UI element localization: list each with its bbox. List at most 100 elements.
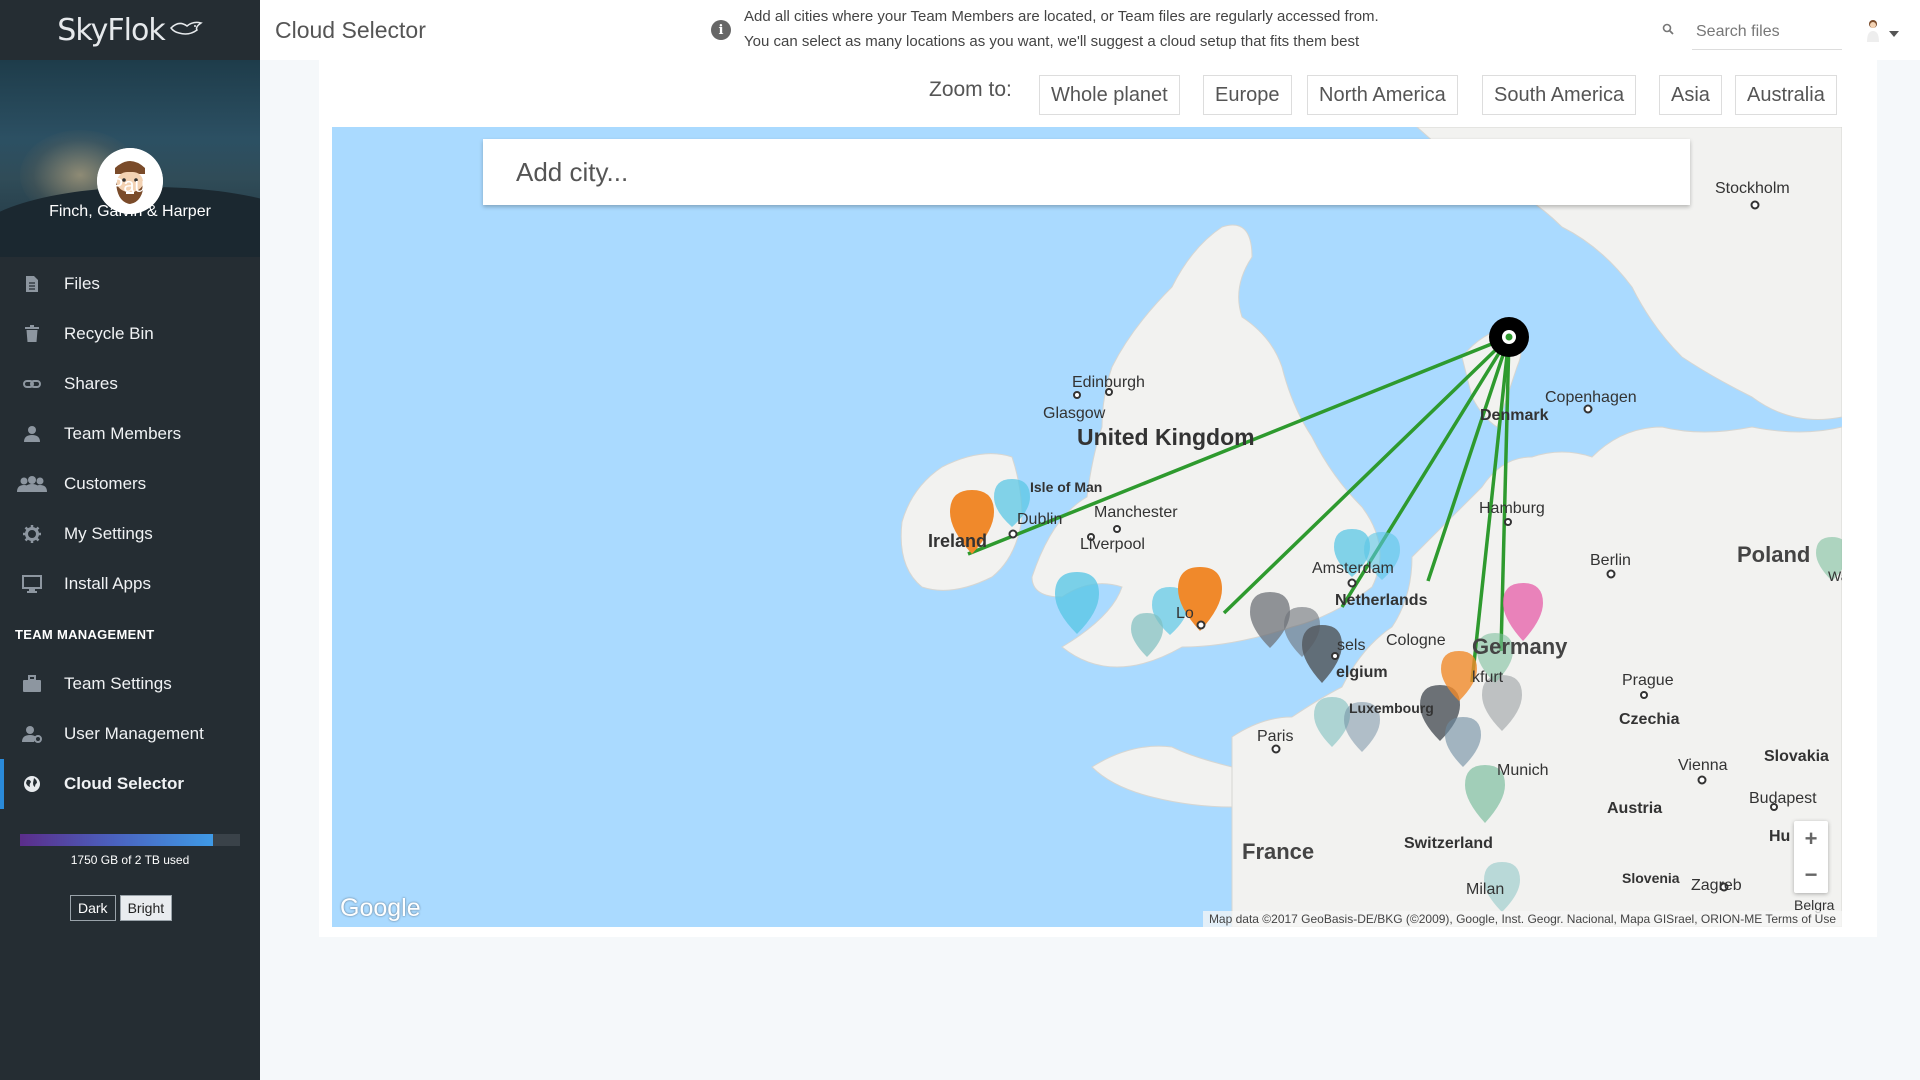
zoom-north-america-button[interactable]: North America: [1307, 75, 1458, 115]
map-label-copenhagen: Copenhagen: [1545, 389, 1637, 406]
info-text-line-1: Add all cities where your Team Members a…: [744, 8, 1379, 25]
section-title-team-management: TEAM MANAGEMENT: [15, 626, 155, 642]
zoom-to-label: Zoom to:: [929, 78, 1012, 101]
zoom-europe-button[interactable]: Europe: [1203, 75, 1292, 115]
sidebar-item-label: Team Members: [64, 424, 182, 443]
theme-dark-button[interactable]: Dark: [70, 895, 116, 921]
briefcase-icon: [0, 675, 64, 693]
storage-text: 1750 GB of 2 TB used: [70, 853, 190, 867]
sidebar-item-my-settings[interactable]: My Settings: [0, 509, 260, 559]
logo-text: SkyFlok: [57, 12, 165, 48]
zoom-out-button[interactable]: −: [1794, 857, 1828, 893]
map-label-prague: Prague: [1622, 672, 1674, 689]
sidebar: SkyFlok Paul Finch, Galvin & Harper File…: [0, 0, 260, 1080]
user-icon: [0, 425, 64, 443]
sidebar-item-team-settings[interactable]: Team Settings: [0, 659, 260, 709]
sidebar-item-label: User Management: [64, 724, 204, 743]
map-label-france: France: [1242, 839, 1315, 864]
google-logo: Google: [340, 894, 421, 922]
map-label-glasgow: Glasgow: [1043, 405, 1106, 422]
sidebar-item-label: Recycle Bin: [64, 324, 154, 343]
map-label-austria: Austria: [1607, 800, 1663, 817]
map-label-budapest: Budapest: [1749, 790, 1817, 807]
globe-icon: [0, 775, 64, 793]
map-label-milan: Milan: [1466, 881, 1505, 898]
storage-bar: [20, 834, 240, 846]
map-label-warsaw: War: [1828, 568, 1842, 584]
map-label-belgium: elgium: [1336, 664, 1388, 681]
sidebar-item-shares[interactable]: Shares: [0, 359, 260, 409]
map-label-edinburgh: Edinburgh: [1072, 374, 1145, 391]
map-label-slovenia: Slovenia: [1622, 870, 1680, 886]
sidebar-item-label: Cloud Selector: [64, 774, 184, 793]
map-label-zagreb: Zagreb: [1691, 877, 1742, 894]
map-label-london: Lo: [1176, 605, 1194, 622]
map-attribution[interactable]: Map data ©2017 GeoBasis-DE/BKG (©2009), …: [1202, 911, 1842, 927]
search-icon: [1662, 23, 1674, 38]
sidebar-item-label: Team Settings: [64, 674, 172, 693]
map-zoom-control: + −: [1794, 821, 1828, 893]
map-label-vienna: Vienna: [1678, 757, 1728, 774]
sidebar-item-label: Install Apps: [64, 574, 151, 593]
link-icon: [0, 379, 64, 389]
info-icon: i: [711, 20, 731, 40]
map-label-slovakia: Slovakia: [1764, 748, 1829, 765]
map-label-germany: Germany: [1472, 634, 1568, 659]
caret-down-icon: [1889, 24, 1899, 42]
user-name: Paul: [109, 175, 151, 197]
search-input[interactable]: [1692, 14, 1842, 50]
profile-banner: [0, 60, 260, 257]
add-city-input[interactable]: [483, 139, 1690, 205]
map-label-czechia: Czechia: [1619, 711, 1680, 728]
map-label-switzerland: Switzerland: [1404, 835, 1493, 852]
zoom-whole-planet-button[interactable]: Whole planet: [1039, 75, 1180, 115]
map-label-denmark: Denmark: [1480, 407, 1549, 424]
map-label-manchester: Manchester: [1094, 504, 1178, 521]
app-logo[interactable]: SkyFlok: [0, 0, 260, 60]
map-label-poland: Poland: [1737, 542, 1811, 567]
page-title: Cloud Selector: [275, 17, 426, 43]
sidebar-item-cloud-selector[interactable]: Cloud Selector: [0, 759, 260, 809]
sidebar-item-team-members[interactable]: Team Members: [0, 409, 260, 459]
theme-bright-button[interactable]: Bright: [119, 895, 173, 921]
map-label-cologne: Cologne: [1386, 632, 1446, 649]
zoom-asia-button[interactable]: Asia: [1659, 75, 1722, 115]
map-label-luxembourg: Luxembourg: [1349, 700, 1434, 716]
theme-toggle: Dark Bright: [70, 895, 173, 921]
map[interactable]: Stockholm Edinburgh Glasgow United Kingd…: [332, 127, 1842, 927]
sidebar-item-files[interactable]: Files: [0, 259, 260, 309]
sidebar-item-label: Shares: [64, 374, 118, 393]
map-label-munich: Munich: [1497, 762, 1549, 779]
sidebar-item-install-apps[interactable]: Install Apps: [0, 559, 260, 609]
top-header: Cloud Selector i Add all cities where yo…: [260, 0, 1920, 60]
sidebar-item-label: Files: [64, 274, 100, 293]
user-menu[interactable]: [1865, 18, 1899, 47]
map-label-hamburg: Hamburg: [1479, 500, 1545, 517]
map-label-united-kingdom: United Kingdom: [1077, 424, 1255, 450]
users-icon: [0, 475, 64, 493]
map-label-stockholm: Stockholm: [1715, 180, 1790, 197]
map-label-isle-of-man: Isle of Man: [1030, 479, 1103, 495]
map-label-dublin: Dublin: [1017, 511, 1063, 528]
gear-icon: [0, 525, 64, 543]
sidebar-item-label: Customers: [64, 474, 147, 493]
sidebar-item-user-management[interactable]: User Management: [0, 709, 260, 759]
map-label-hungary: Hu: [1769, 828, 1791, 845]
zoom-south-america-button[interactable]: South America: [1482, 75, 1637, 115]
map-label-paris: Paris: [1257, 728, 1294, 745]
zoom-in-button[interactable]: +: [1794, 821, 1828, 857]
zoom-australia-button[interactable]: Australia: [1735, 75, 1837, 115]
map-label-berlin: Berlin: [1590, 552, 1631, 569]
map-label-amsterdam: Amsterdam: [1312, 560, 1394, 577]
monitor-icon: [0, 575, 64, 593]
map-label-frankfurt: kfurt: [1472, 669, 1504, 686]
map-label-netherlands: Netherlands: [1335, 592, 1428, 609]
user-company: Finch, Galvin & Harper: [49, 203, 211, 220]
user-gear-icon: [0, 725, 64, 743]
user-avatar-small: [1865, 18, 1881, 47]
trash-icon: [0, 325, 64, 343]
sidebar-item-customers[interactable]: Customers: [0, 459, 260, 509]
info-text-line-2: You can select as many locations as you …: [744, 33, 1360, 50]
sidebar-item-recycle-bin[interactable]: Recycle Bin: [0, 309, 260, 359]
map-label-ireland: Ireland: [928, 531, 988, 551]
